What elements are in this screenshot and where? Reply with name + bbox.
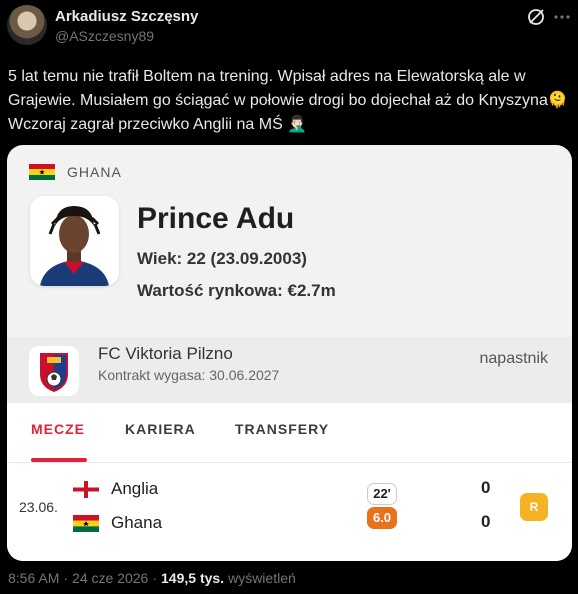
result-badge: R <box>520 493 548 521</box>
active-tab-indicator <box>31 458 87 462</box>
player-card[interactable]: GHANA Prince Adu Wiek: 22 (23.09.2003) W… <box>7 145 572 561</box>
tweet-time[interactable]: 8:56 AM <box>8 570 59 586</box>
author-handle[interactable]: @ASzczesny89 <box>55 28 154 44</box>
tab-mecze[interactable]: MECZE <box>31 421 85 437</box>
contract-expiry: Kontrakt wygasa: 30.06.2027 <box>98 367 280 383</box>
tab-transfery[interactable]: TRANSFERY <box>235 421 329 437</box>
home-team-row: Anglia <box>73 478 158 500</box>
home-score: 0 <box>481 478 491 497</box>
player-position: napastnik <box>479 350 549 367</box>
footer-separator: · <box>152 570 158 586</box>
more-icon[interactable] <box>553 8 571 26</box>
views-count: 149,5 tys. <box>161 570 225 586</box>
tweet-header: Arkadiusz Szczęsny @ASzczesny89 <box>0 0 578 56</box>
match-row[interactable]: 23.06. Anglia Ghana 22' 6.0 0 0 R <box>7 463 572 561</box>
player-rating: 6.0 <box>367 507 397 529</box>
away-team-name: Ghana <box>111 513 163 532</box>
author-name[interactable]: Arkadiusz Szczęsny <box>55 8 198 25</box>
player-market-value: Wartość rynkowa: €2.7m <box>137 281 336 300</box>
away-score: 0 <box>481 512 491 531</box>
tab-kariera[interactable]: KARIERA <box>125 421 196 437</box>
views-label: wyświetleń <box>228 570 296 586</box>
ghana-flag-icon <box>29 163 55 181</box>
club-section[interactable]: FC Viktoria Pilzno Kontrakt wygasa: 30.0… <box>7 337 572 403</box>
tab-bar: MECZE KARIERA TRANSFERY <box>7 403 572 463</box>
match-date: 23.06. <box>19 499 58 515</box>
footer-separator: · <box>63 570 69 586</box>
ghana-flag-icon <box>73 514 99 532</box>
country-label: GHANA <box>67 164 122 180</box>
tweet-footer: 8:56 AM · 24 cze 2026 · 149,5 tys. wyświ… <box>8 570 296 586</box>
player-name: Prince Adu <box>137 202 295 235</box>
minutes-played: 22' <box>367 483 397 505</box>
viktoria-plzen-crest-icon <box>29 346 79 396</box>
club-name[interactable]: FC Viktoria Pilzno <box>98 344 233 364</box>
away-team-row: Ghana <box>73 512 162 534</box>
home-team-name: Anglia <box>111 479 159 498</box>
tweet-text: 5 lat temu nie trafił Boltem na trening.… <box>8 68 568 133</box>
player-age: Wiek: 22 (23.09.2003) <box>137 249 307 268</box>
tweet-date[interactable]: 24 cze 2026 <box>72 570 148 586</box>
player-photo <box>30 196 119 286</box>
grok-icon[interactable] <box>527 8 545 26</box>
author-avatar[interactable] <box>7 5 47 45</box>
england-flag-icon <box>73 480 99 498</box>
country-row: GHANA <box>29 162 122 182</box>
